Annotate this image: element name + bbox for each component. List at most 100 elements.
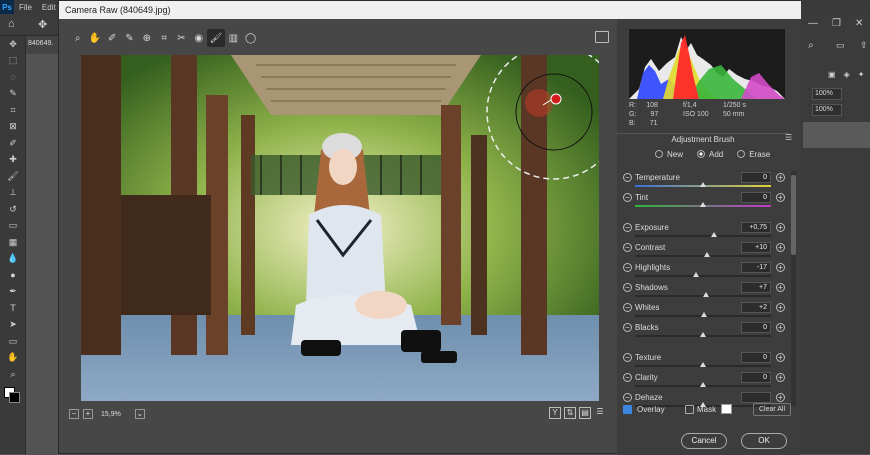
graduated-filter-icon[interactable]: ▥ bbox=[225, 29, 242, 47]
radio-icon[interactable] bbox=[697, 150, 706, 158]
slider-track[interactable] bbox=[635, 232, 771, 237]
lasso-tool-icon[interactable]: ◌ bbox=[0, 69, 26, 86]
slider-thumb[interactable] bbox=[700, 382, 706, 387]
eraser-tool-icon[interactable]: ▭ bbox=[0, 218, 26, 235]
zoom-icon[interactable]: ⌕ bbox=[69, 29, 86, 47]
ok-button[interactable]: OK bbox=[741, 433, 787, 449]
search-icon[interactable]: ⌕ bbox=[808, 40, 814, 51]
decrease-icon[interactable]: − bbox=[623, 173, 632, 182]
clear-all-button[interactable]: Clear All bbox=[753, 403, 791, 416]
slider-value-field[interactable]: 0 bbox=[741, 172, 771, 183]
slider-thumb[interactable] bbox=[700, 332, 706, 337]
increase-icon[interactable]: + bbox=[776, 263, 785, 272]
decrease-icon[interactable]: − bbox=[623, 263, 632, 272]
frame-tool-icon[interactable]: ⊠ bbox=[0, 119, 26, 136]
increase-icon[interactable]: + bbox=[776, 323, 785, 332]
increase-icon[interactable]: + bbox=[776, 283, 785, 292]
slider-thumb[interactable] bbox=[700, 202, 706, 207]
scrollbar-thumb[interactable] bbox=[791, 175, 796, 255]
slider-value-field[interactable]: +2 bbox=[741, 302, 771, 313]
slider-track[interactable] bbox=[635, 202, 771, 207]
home-icon[interactable]: ⌂ bbox=[8, 18, 15, 30]
color-sampler-icon[interactable]: ✎ bbox=[121, 29, 138, 47]
slider-thumb[interactable] bbox=[693, 272, 700, 277]
slider-value-field[interactable]: -17 bbox=[741, 262, 771, 273]
slider-value-field[interactable]: 0 bbox=[741, 322, 771, 333]
decrease-icon[interactable]: − bbox=[623, 393, 632, 402]
move-options-icon[interactable]: ✥ bbox=[38, 18, 47, 31]
slider-value-field[interactable]: +10 bbox=[741, 242, 771, 253]
adjustment-brush-icon[interactable]: 🖌 bbox=[207, 29, 225, 47]
decrease-icon[interactable]: − bbox=[623, 353, 632, 362]
zoom-dropdown-button[interactable]: ⌄ bbox=[134, 409, 145, 419]
decrease-icon[interactable]: − bbox=[623, 283, 632, 292]
hand-icon[interactable]: ✋ bbox=[86, 29, 103, 47]
color-swatches[interactable] bbox=[0, 383, 26, 405]
mode-new-radio[interactable]: New bbox=[655, 150, 683, 159]
spot-removal-icon[interactable]: ✂ bbox=[173, 29, 190, 47]
slider-value-field[interactable]: 0 bbox=[741, 372, 771, 383]
layer-icon[interactable]: ▣ bbox=[828, 70, 836, 79]
panel-menu-icon[interactable]: ☰ bbox=[785, 133, 792, 142]
slider-track[interactable] bbox=[635, 292, 771, 297]
swap-settings-icon[interactable]: ⇅ bbox=[564, 407, 576, 419]
eyedropper-tool-icon[interactable]: ✐ bbox=[0, 135, 26, 152]
increase-icon[interactable]: + bbox=[776, 353, 785, 362]
marquee-tool-icon[interactable]: ⬚ bbox=[0, 53, 26, 70]
slider-track[interactable] bbox=[635, 332, 771, 337]
minimize-icon[interactable]: — bbox=[808, 18, 818, 29]
gradient-tool-icon[interactable]: ▦ bbox=[0, 234, 26, 251]
decrease-icon[interactable]: − bbox=[623, 303, 632, 312]
increase-icon[interactable]: + bbox=[776, 193, 785, 202]
slider-track[interactable] bbox=[635, 252, 771, 257]
decrease-icon[interactable]: − bbox=[623, 223, 632, 232]
overlay-checkbox[interactable] bbox=[623, 405, 632, 414]
slider-track[interactable] bbox=[635, 272, 771, 277]
brush-tool-icon[interactable]: 🖌 bbox=[0, 168, 26, 185]
increase-icon[interactable]: + bbox=[776, 393, 785, 402]
zoom-tool-icon[interactable]: ⌕ bbox=[0, 366, 26, 383]
decrease-icon[interactable]: − bbox=[623, 193, 632, 202]
red-eye-icon[interactable]: ◉ bbox=[190, 29, 207, 47]
image-preview[interactable] bbox=[81, 55, 599, 401]
increase-icon[interactable]: + bbox=[776, 373, 785, 382]
slider-track[interactable] bbox=[635, 312, 771, 317]
shape-tool-icon[interactable]: ▭ bbox=[0, 333, 26, 350]
quick-select-tool-icon[interactable]: ✎ bbox=[0, 86, 26, 103]
effect-icon[interactable]: ✦ bbox=[858, 70, 865, 79]
copy-settings-icon[interactable]: ▤ bbox=[579, 407, 591, 419]
restore-icon[interactable]: ❐ bbox=[832, 18, 841, 29]
hand-tool-icon[interactable]: ✋ bbox=[0, 350, 26, 367]
straighten-icon[interactable]: ⌗ bbox=[155, 29, 172, 47]
increase-icon[interactable]: + bbox=[776, 223, 785, 232]
pen-tool-icon[interactable]: ✒ bbox=[0, 284, 26, 301]
slider-thumb[interactable] bbox=[702, 292, 709, 297]
menu-file[interactable]: File bbox=[14, 3, 37, 12]
increase-icon[interactable]: + bbox=[776, 243, 785, 252]
workspace-icon[interactable]: ▭ bbox=[836, 40, 845, 51]
move-tool-icon[interactable]: ✥ bbox=[0, 36, 26, 53]
zoom-in-button[interactable]: + bbox=[83, 409, 93, 419]
slider-value-field[interactable]: +0,75 bbox=[741, 222, 771, 233]
radio-icon[interactable] bbox=[737, 150, 746, 158]
dodge-tool-icon[interactable]: ● bbox=[0, 267, 26, 284]
slider-thumb[interactable] bbox=[700, 182, 706, 187]
preview-prefs-icon[interactable]: ☰ bbox=[594, 407, 606, 419]
decrease-icon[interactable]: − bbox=[623, 323, 632, 332]
before-after-y-icon[interactable]: Y bbox=[549, 407, 561, 419]
increase-icon[interactable]: + bbox=[776, 173, 785, 182]
slider-value-field[interactable]: 0 bbox=[741, 352, 771, 363]
history-brush-tool-icon[interactable]: ↺ bbox=[0, 201, 26, 218]
right-zoom-1[interactable]: 100% bbox=[812, 88, 842, 100]
slider-thumb[interactable] bbox=[704, 252, 711, 257]
share-icon[interactable]: ⇪ bbox=[860, 40, 868, 51]
mask-color-swatch[interactable] bbox=[721, 404, 732, 414]
slider-value-field[interactable] bbox=[741, 392, 771, 403]
crop-tool-icon[interactable]: ⌗ bbox=[0, 102, 26, 119]
slider-track[interactable] bbox=[635, 182, 771, 187]
blur-tool-icon[interactable]: 💧 bbox=[0, 251, 26, 268]
slider-value-field[interactable]: 0 bbox=[741, 192, 771, 203]
close-icon[interactable]: ✕ bbox=[855, 18, 863, 29]
slider-value-field[interactable]: +7 bbox=[741, 282, 771, 293]
mode-erase-radio[interactable]: Erase bbox=[737, 150, 770, 159]
